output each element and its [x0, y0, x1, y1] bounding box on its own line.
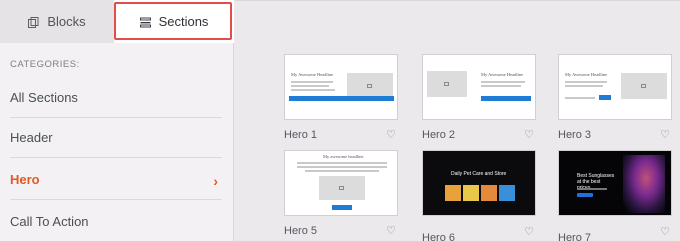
thumbnail-hero-2[interactable]: My Awesome Headline — [422, 54, 536, 120]
thumb-image — [445, 185, 461, 201]
thumbnail-hero-6[interactable]: Daily Pet Care and Store — [422, 150, 536, 216]
thumb-text-line — [291, 85, 329, 87]
card-label: Hero 7 — [558, 232, 592, 241]
card-label: Hero 2 — [422, 129, 456, 141]
image-placeholder-icon — [641, 84, 646, 88]
thumb-image — [621, 73, 667, 99]
category-label: Header — [10, 130, 53, 145]
heart-icon[interactable]: ♡ — [660, 128, 670, 141]
tab-blocks[interactable]: Blocks — [0, 0, 114, 43]
tab-bar: Blocks Sections — [0, 0, 234, 43]
heart-icon[interactable]: ♡ — [660, 225, 670, 238]
thumb-text-line — [305, 170, 379, 172]
sections-icon — [139, 16, 151, 28]
card-label: Hero 3 — [558, 129, 592, 141]
thumb-headline: My Awesome Headline — [481, 72, 524, 77]
divider — [235, 0, 680, 1]
thumb-button — [289, 96, 394, 101]
thumbnail-hero-1[interactable]: My Awesome Headline — [284, 54, 398, 120]
thumb-button — [481, 96, 531, 101]
thumb-text-line — [565, 81, 607, 83]
thumb-image — [427, 71, 467, 97]
thumb-text-line — [577, 188, 607, 190]
thumb-image — [499, 185, 515, 201]
thumb-image — [463, 185, 479, 201]
heart-icon[interactable]: ♡ — [386, 128, 396, 141]
thumb-headline: My Awesome Headline — [291, 72, 334, 77]
category-hero[interactable]: Hero › — [10, 160, 222, 200]
categories-heading: CATEGORIES: — [10, 59, 80, 70]
heart-icon[interactable]: ♡ — [386, 224, 396, 237]
chevron-right-icon: › — [213, 173, 218, 189]
thumb-button — [577, 193, 593, 197]
thumb-text-line — [297, 166, 387, 168]
thumb-text-line — [291, 81, 333, 83]
blocks-icon — [28, 16, 39, 28]
thumb-image — [481, 185, 497, 201]
card-label: Hero 5 — [284, 225, 318, 237]
category-all-sections[interactable]: All Sections — [10, 78, 222, 118]
thumbnail-hero-3[interactable]: My Awesome Headline — [558, 54, 672, 120]
thumb-text-line — [565, 85, 603, 87]
image-placeholder-icon — [444, 82, 449, 86]
thumb-headline: My Awesome Headline — [565, 72, 608, 77]
thumb-text-line — [481, 81, 525, 83]
image-placeholder-icon — [339, 186, 344, 190]
thumb-image — [623, 155, 665, 213]
tab-sections-label: Sections — [158, 14, 209, 29]
card-label: Hero 6 — [422, 232, 456, 241]
thumb-button — [599, 95, 611, 100]
thumb-headline: My awesome headline — [323, 154, 364, 159]
category-label: Hero — [10, 172, 40, 187]
section-gallery: My Awesome Headline Hero 1 ♡ My Awesome … — [235, 0, 680, 241]
thumbnail-hero-5[interactable]: My awesome headline — [284, 150, 398, 216]
category-label: All Sections — [10, 90, 78, 105]
heart-icon[interactable]: ♡ — [524, 225, 534, 238]
thumb-button — [332, 205, 352, 210]
thumb-text-line — [297, 162, 387, 164]
heart-icon[interactable]: ♡ — [524, 128, 534, 141]
category-call-to-action[interactable]: Call To Action — [10, 201, 222, 241]
thumb-text-line — [291, 89, 335, 91]
category-label: Call To Action — [10, 213, 89, 229]
image-placeholder-icon — [367, 84, 372, 88]
card-label: Hero 1 — [284, 129, 318, 141]
thumb-image — [319, 176, 365, 200]
thumb-input — [565, 97, 595, 99]
sidebar: Blocks Sections CATEGORIES: All Sections… — [0, 0, 234, 241]
thumbnail-hero-7[interactable]: Best Sunglasses at the best prices — [558, 150, 672, 216]
tab-blocks-label: Blocks — [47, 14, 86, 29]
tab-sections[interactable]: Sections — [114, 0, 234, 43]
thumb-text-line — [481, 85, 521, 87]
category-header[interactable]: Header — [10, 118, 222, 158]
thumb-headline: Daily Pet Care and Store — [451, 171, 507, 177]
